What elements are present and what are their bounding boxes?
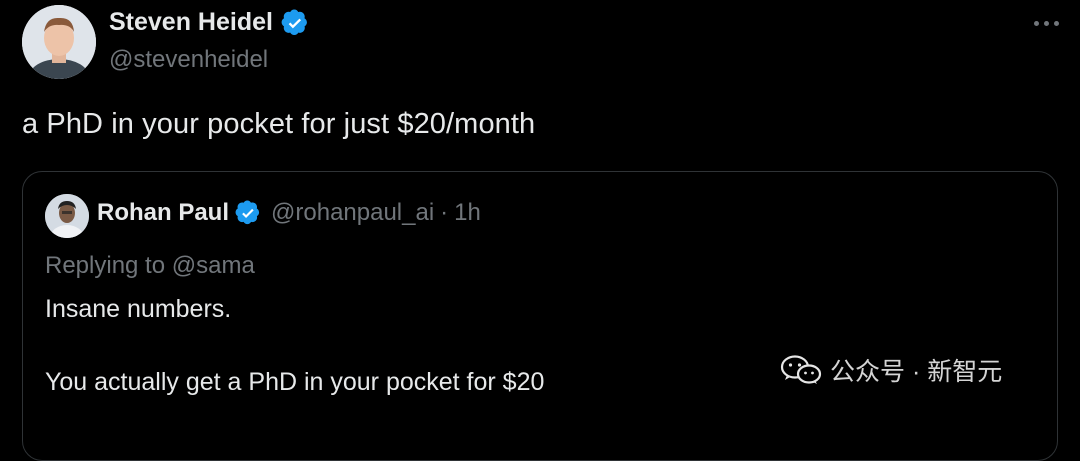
more-horizontal-icon xyxy=(1054,20,1059,26)
avatar-image xyxy=(22,5,96,79)
quoted-avatar-image xyxy=(45,194,89,238)
author-handle[interactable]: @stevenheidel xyxy=(109,46,268,74)
tweet-text: a PhD in your pocket for just $20/month xyxy=(22,108,536,140)
watermark: 公众号 · 新智元 xyxy=(780,352,1002,388)
watermark-text: 公众号 · 新智元 xyxy=(830,358,1003,386)
quoted-author-avatar[interactable] xyxy=(45,194,89,238)
verified-badge-icon xyxy=(235,200,260,225)
author-avatar[interactable] xyxy=(22,5,96,79)
verified-badge-icon xyxy=(281,9,307,35)
quoted-timestamp[interactable]: 1h xyxy=(454,199,481,227)
quoted-author-name[interactable]: Rohan Paul xyxy=(97,199,229,227)
quoted-text-line-2: You actually get a PhD in your pocket fo… xyxy=(45,368,545,396)
quoted-author-handle[interactable]: @rohanpaul_ai xyxy=(271,199,434,227)
author-name[interactable]: Steven Heidel xyxy=(109,8,273,37)
replying-to-label: Replying to @sama xyxy=(45,252,255,279)
quoted-tweet-card[interactable]: Rohan Paul @rohanpaul_ai · 1h Replying t… xyxy=(22,171,1058,461)
separator-dot: · xyxy=(440,199,449,226)
more-horizontal-icon xyxy=(1044,20,1049,26)
wechat-icon xyxy=(780,355,822,384)
more-horizontal-icon xyxy=(1034,20,1039,26)
quoted-text-line-1: Insane numbers. xyxy=(45,295,232,323)
more-options-button[interactable] xyxy=(1034,18,1060,28)
